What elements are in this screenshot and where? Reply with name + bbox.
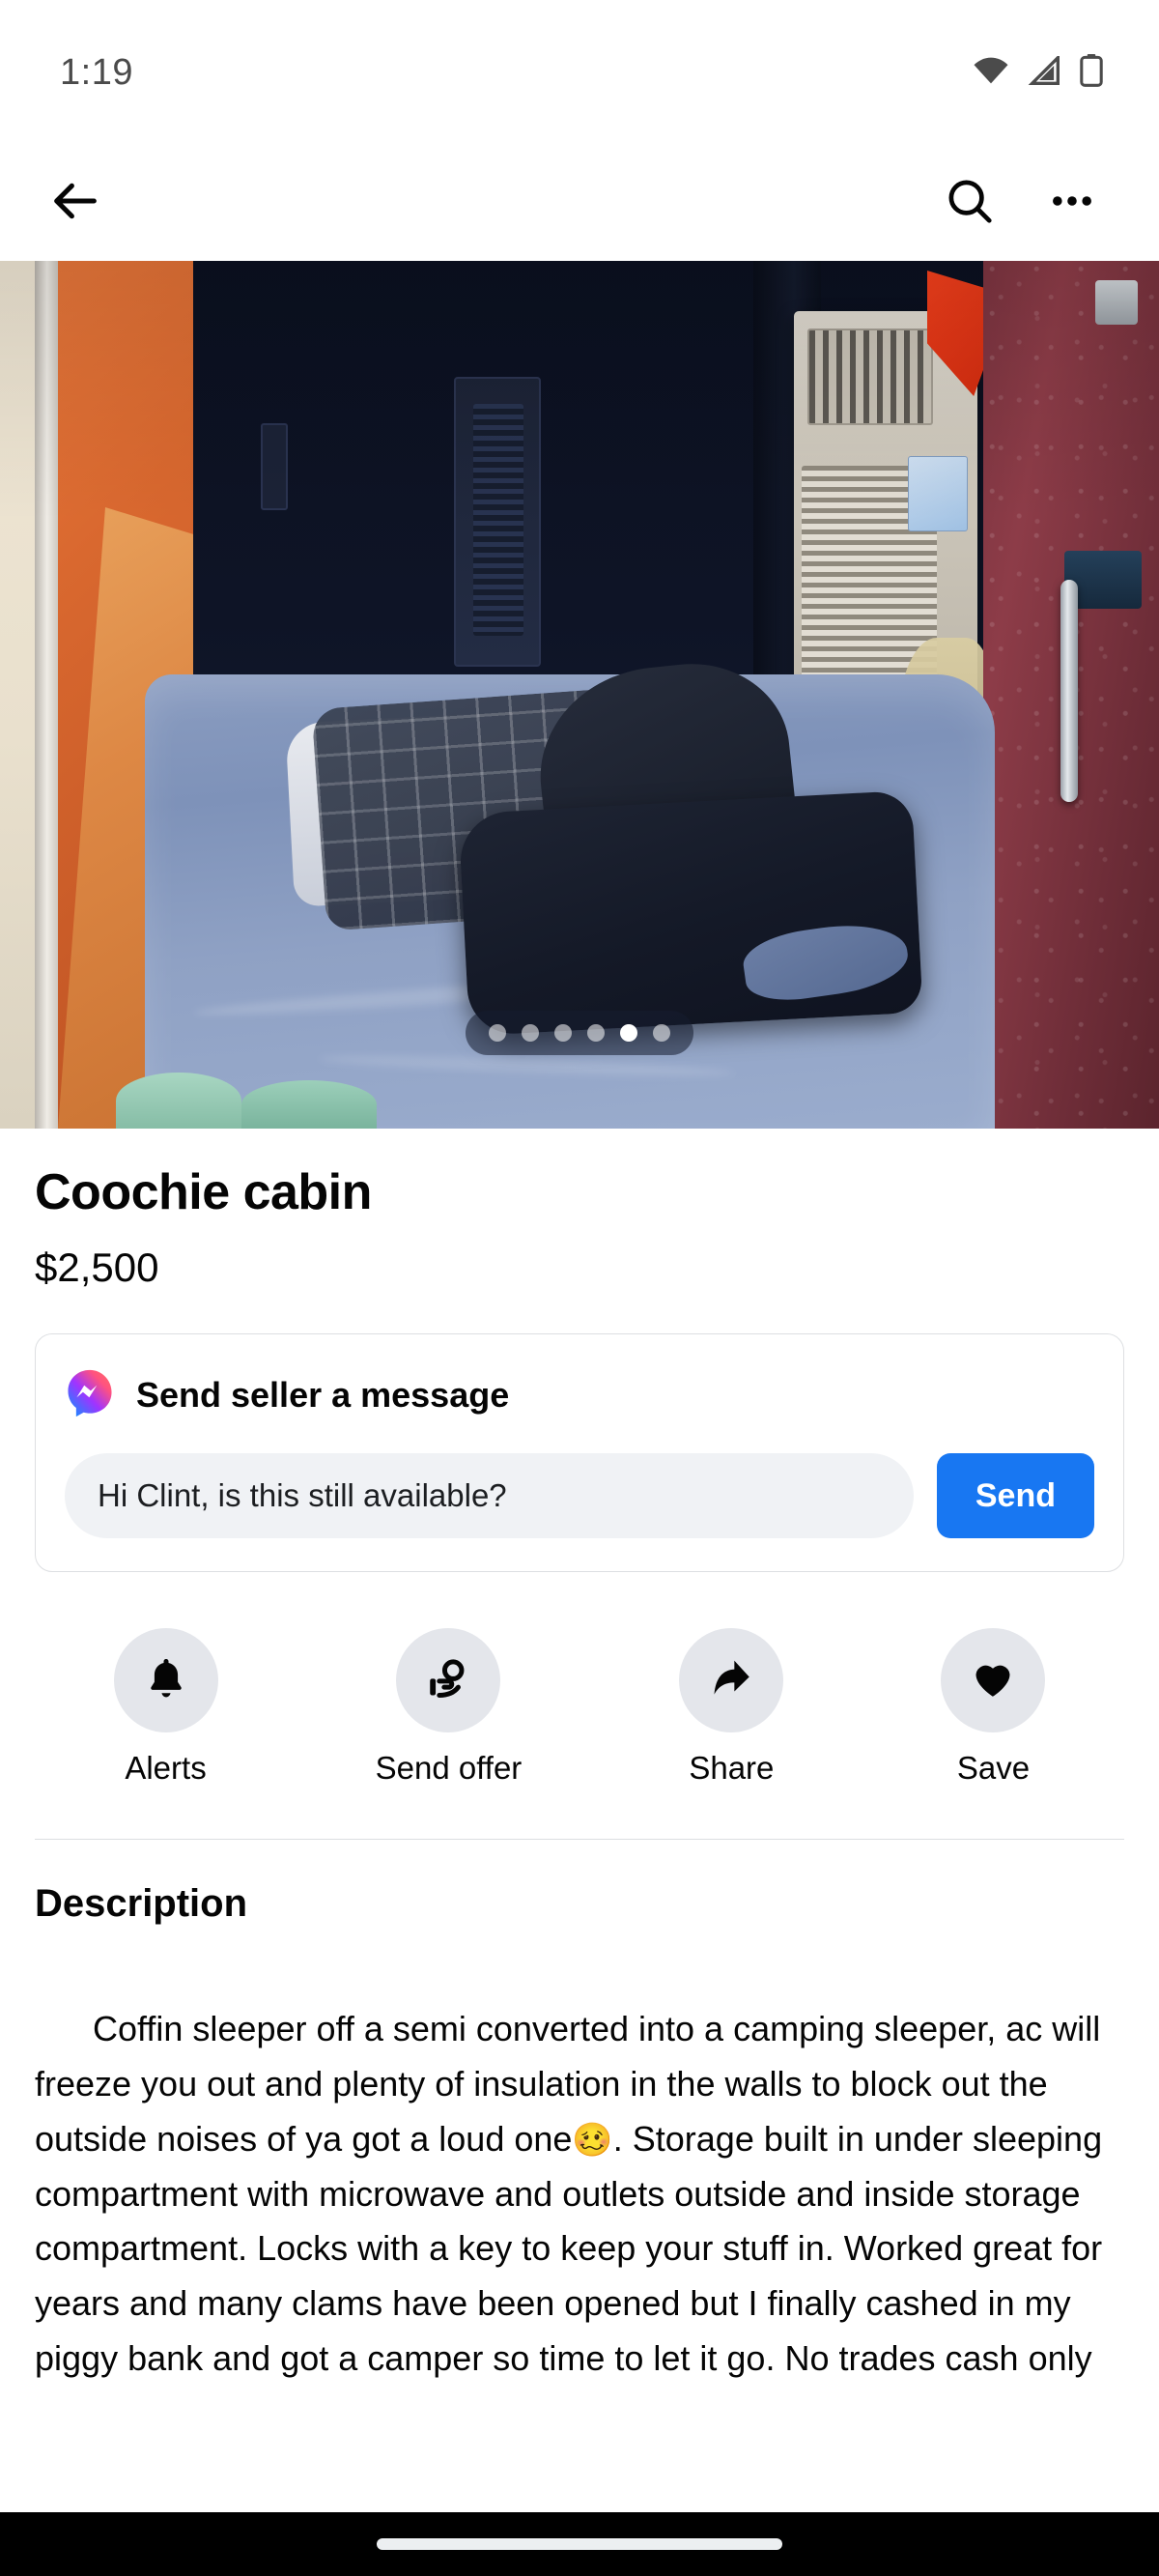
carousel-dot-active[interactable] — [620, 1024, 637, 1042]
status-icons — [972, 53, 1103, 92]
alerts-label: Alerts — [125, 1750, 207, 1786]
save-icon-circle — [941, 1628, 1046, 1732]
share-label: Share — [689, 1750, 775, 1786]
share-arrow-icon — [707, 1654, 755, 1707]
save-button[interactable]: Save — [941, 1628, 1046, 1787]
send-button[interactable]: Send — [936, 1453, 1094, 1538]
message-input-row: Send — [65, 1453, 1094, 1538]
heart-icon — [969, 1654, 1017, 1707]
status-bar: 1:19 — [0, 0, 1159, 145]
send-offer-button[interactable]: Send offer — [375, 1628, 523, 1787]
alerts-button[interactable]: Alerts — [113, 1628, 218, 1787]
home-indicator[interactable] — [377, 2538, 782, 2550]
hand-offer-icon — [424, 1654, 472, 1707]
nav-actions — [929, 162, 1113, 243]
message-card-title: Send seller a message — [136, 1374, 510, 1415]
share-button[interactable]: Share — [679, 1628, 784, 1787]
marketplace-listing-screen: 1:19 Coochie cabin $2,500 Send seller a … — [0, 0, 1159, 2576]
description-section: Description Coffin sleeper off a semi co… — [0, 1840, 1159, 2442]
page-title: Coochie cabin — [35, 1164, 372, 1220]
cellular-signal-icon — [1028, 53, 1062, 90]
listing-action-row: Alerts Send offer Share Save — [35, 1628, 1124, 1787]
gesture-nav-bar — [0, 2512, 1159, 2576]
carousel-dot[interactable] — [522, 1024, 539, 1042]
message-input[interactable] — [65, 1453, 914, 1538]
description-text: Coffin sleeper off a semi converted into… — [35, 1947, 1124, 2442]
carousel-dot[interactable] — [587, 1024, 605, 1042]
save-label: Save — [956, 1750, 1031, 1786]
carousel-dot[interactable] — [489, 1024, 506, 1042]
woozy-face-emoji: 🥴 — [572, 2121, 613, 2159]
listing-photo-carousel[interactable] — [0, 261, 1159, 1129]
status-time: 1:19 — [60, 51, 133, 93]
listing-price: $2,500 — [35, 1245, 159, 1290]
photo-vignette — [0, 261, 1159, 1129]
back-arrow-icon — [47, 173, 103, 234]
wifi-icon — [972, 56, 1010, 90]
more-options-button[interactable] — [1032, 162, 1113, 243]
back-button[interactable] — [35, 162, 116, 243]
alerts-icon-circle — [113, 1628, 218, 1732]
description-heading: Description — [35, 1882, 248, 1925]
carousel-dot[interactable] — [653, 1024, 670, 1042]
messenger-icon — [65, 1367, 115, 1422]
more-options-icon — [1047, 176, 1097, 231]
share-icon-circle — [679, 1628, 784, 1732]
listing-photo[interactable] — [0, 261, 1159, 1129]
send-seller-message-card: Send seller a message Send — [35, 1333, 1124, 1572]
search-button[interactable] — [929, 162, 1010, 243]
nav-bar — [0, 145, 1159, 261]
search-icon — [944, 175, 996, 232]
carousel-dot[interactable] — [554, 1024, 572, 1042]
send-offer-label: Send offer — [375, 1750, 523, 1786]
carousel-dots[interactable] — [466, 1011, 693, 1055]
send-offer-icon-circle — [396, 1628, 501, 1732]
battery-icon — [1080, 53, 1103, 92]
message-card-header: Send seller a message — [65, 1367, 1094, 1422]
bell-icon — [142, 1654, 190, 1707]
listing-info: Coochie cabin $2,500 — [0, 1129, 1159, 1291]
